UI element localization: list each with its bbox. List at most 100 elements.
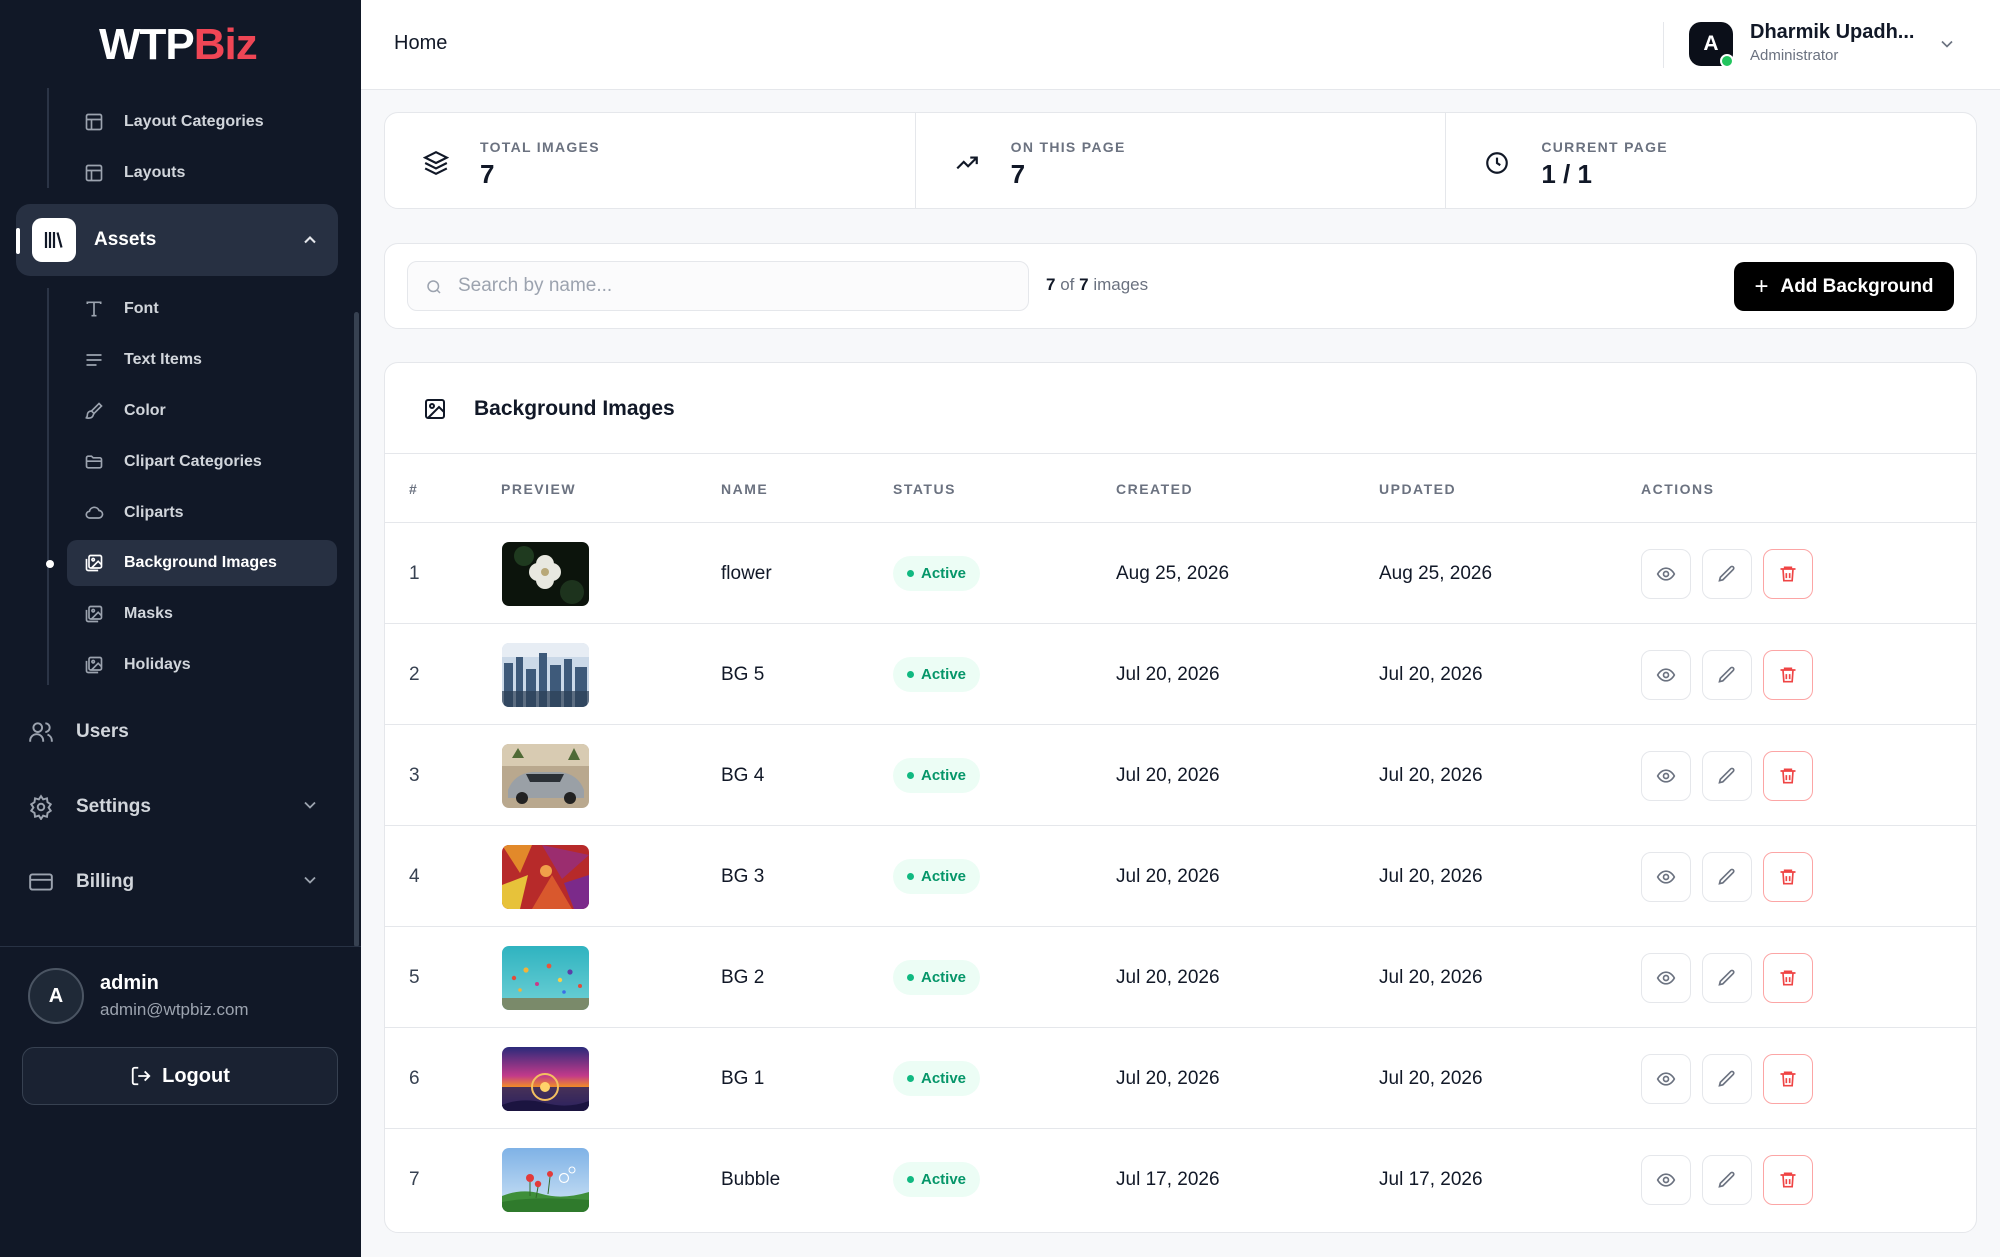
sidebar-item-holidays[interactable]: Holidays xyxy=(67,642,337,688)
search-input[interactable] xyxy=(458,262,1018,310)
sidebar-item-layouts[interactable]: Layouts xyxy=(67,150,337,196)
row-number: 3 xyxy=(409,765,420,786)
stat-total-images: TOTAL IMAGES 7 xyxy=(385,113,916,208)
sidebar-item-layout-categories[interactable]: Layout Categories xyxy=(67,99,337,145)
column-header[interactable]: UPDATED xyxy=(1379,481,1456,497)
eye-icon xyxy=(1656,1069,1676,1089)
chevron-down-icon[interactable] xyxy=(300,795,320,815)
chevron-down-icon[interactable] xyxy=(1937,34,1957,54)
created-date: Jul 20, 2026 xyxy=(1116,1068,1220,1089)
edit-button[interactable] xyxy=(1702,953,1752,1003)
search-box[interactable] xyxy=(407,261,1029,311)
chevron-up-icon[interactable] xyxy=(300,230,320,250)
result-count: 7 of 7 images xyxy=(1046,275,1148,295)
sidebar-item-billing[interactable]: Billing xyxy=(28,854,338,910)
topbar: Home A Dharmik Upadh... Administrator xyxy=(361,0,2000,90)
column-header[interactable]: NAME xyxy=(721,481,768,497)
delete-button[interactable] xyxy=(1763,549,1813,599)
tree-line xyxy=(47,288,49,685)
sidebar-item-label: Layout Categories xyxy=(124,113,264,130)
eye-icon xyxy=(1656,968,1676,988)
edit-button[interactable] xyxy=(1702,650,1752,700)
chevron-down-icon[interactable] xyxy=(300,870,320,890)
sidebar-item-clipart-categories[interactable]: Clipart Categories xyxy=(67,439,337,485)
brand-logo[interactable]: WTPBiz xyxy=(99,18,258,72)
view-button[interactable] xyxy=(1641,751,1691,801)
row-name: BG 5 xyxy=(721,664,765,685)
view-button[interactable] xyxy=(1641,953,1691,1003)
view-button[interactable] xyxy=(1641,1155,1691,1205)
view-button[interactable] xyxy=(1641,549,1691,599)
status-badge: Active xyxy=(893,758,981,793)
users-icon xyxy=(28,719,54,745)
sidebar-item-color[interactable]: Color xyxy=(67,388,337,434)
updated-date: Aug 25, 2026 xyxy=(1379,563,1493,584)
credit-card-icon xyxy=(28,869,54,895)
sidebar-item-font[interactable]: Font xyxy=(67,286,337,332)
column-header: # xyxy=(409,481,419,497)
edit-button[interactable] xyxy=(1702,549,1752,599)
delete-button[interactable] xyxy=(1763,953,1813,1003)
view-button[interactable] xyxy=(1641,852,1691,902)
table-header: Background Images xyxy=(385,363,1976,454)
table-row: 2 BG 5 Active Jul 20, 2026 Jul 20, 2026 xyxy=(385,624,1976,725)
profile-name: admin xyxy=(100,972,159,994)
user-name[interactable]: Dharmik Upadh... xyxy=(1750,21,1914,44)
view-button[interactable] xyxy=(1641,650,1691,700)
table-row: 5 BG 2 Active Jul 20, 2026 Jul 20, 2026 xyxy=(385,927,1976,1028)
sidebar-item-settings[interactable]: Settings xyxy=(28,779,338,835)
sidebar-scrollbar[interactable] xyxy=(354,312,359,947)
updated-date: Jul 20, 2026 xyxy=(1379,967,1483,988)
tree-line xyxy=(47,88,49,188)
breadcrumb[interactable]: Home xyxy=(394,32,447,55)
sidebar-item-masks[interactable]: Masks xyxy=(67,591,337,637)
edit-button[interactable] xyxy=(1702,1155,1752,1205)
sidebar-item-users[interactable]: Users xyxy=(28,704,338,760)
updated-date: Jul 17, 2026 xyxy=(1379,1169,1483,1190)
preview-thumbnail[interactable] xyxy=(502,1148,589,1212)
column-header[interactable]: CREATED xyxy=(1116,481,1193,497)
table-row: 4 BG 3 Active Jul 20, 2026 Jul 20, 2026 xyxy=(385,826,1976,927)
preview-thumbnail[interactable] xyxy=(502,946,589,1010)
pencil-icon xyxy=(1717,665,1737,685)
edit-button[interactable] xyxy=(1702,751,1752,801)
sidebar-item-cliparts[interactable]: Cliparts xyxy=(67,490,337,536)
profile-email: admin@wtpbiz.com xyxy=(100,1000,249,1019)
delete-button[interactable] xyxy=(1763,650,1813,700)
column-header: PREVIEW xyxy=(501,481,577,497)
clock-icon xyxy=(1484,150,1510,176)
preview-thumbnail[interactable] xyxy=(502,643,589,707)
sidebar-item-text-items[interactable]: Text Items xyxy=(67,337,337,383)
sidebar-item-label: Color xyxy=(124,402,166,419)
count-suffix: images xyxy=(1093,275,1149,294)
view-button[interactable] xyxy=(1641,1054,1691,1104)
sidebar-item-assets[interactable]: Assets xyxy=(16,204,338,276)
delete-button[interactable] xyxy=(1763,751,1813,801)
layout-icon xyxy=(84,112,104,132)
add-background-button[interactable]: + Add Background xyxy=(1734,262,1954,311)
preview-thumbnail[interactable] xyxy=(502,744,589,808)
stat-value: 1 / 1 xyxy=(1541,159,1592,189)
delete-button[interactable] xyxy=(1763,1054,1813,1104)
type-icon xyxy=(84,299,104,319)
edit-button[interactable] xyxy=(1702,1054,1752,1104)
stat-label: CURRENT PAGE xyxy=(1541,139,1668,155)
created-date: Aug 25, 2026 xyxy=(1116,563,1230,584)
stats-panel: TOTAL IMAGES 7 ON THIS PAGE 7 CURRENT PA… xyxy=(384,112,1977,209)
created-date: Jul 20, 2026 xyxy=(1116,765,1220,786)
user-role: Administrator xyxy=(1750,47,1839,64)
sidebar-item-label: Clipart Categories xyxy=(124,453,262,470)
delete-button[interactable] xyxy=(1763,1155,1813,1205)
pencil-icon xyxy=(1717,1170,1737,1190)
preview-thumbnail[interactable] xyxy=(502,1047,589,1111)
image-icon xyxy=(423,397,447,421)
plus-icon: + xyxy=(1754,272,1769,300)
table-row: 7 Bubble Active Jul 17, 2026 Jul 17, 202… xyxy=(385,1129,1976,1230)
logout-button[interactable]: Logout xyxy=(22,1047,338,1105)
status-badge: Active xyxy=(893,960,981,995)
edit-button[interactable] xyxy=(1702,852,1752,902)
sidebar-item-background-images[interactable]: Background Images xyxy=(67,540,337,586)
preview-thumbnail[interactable] xyxy=(502,845,589,909)
delete-button[interactable] xyxy=(1763,852,1813,902)
preview-thumbnail[interactable] xyxy=(502,542,589,606)
